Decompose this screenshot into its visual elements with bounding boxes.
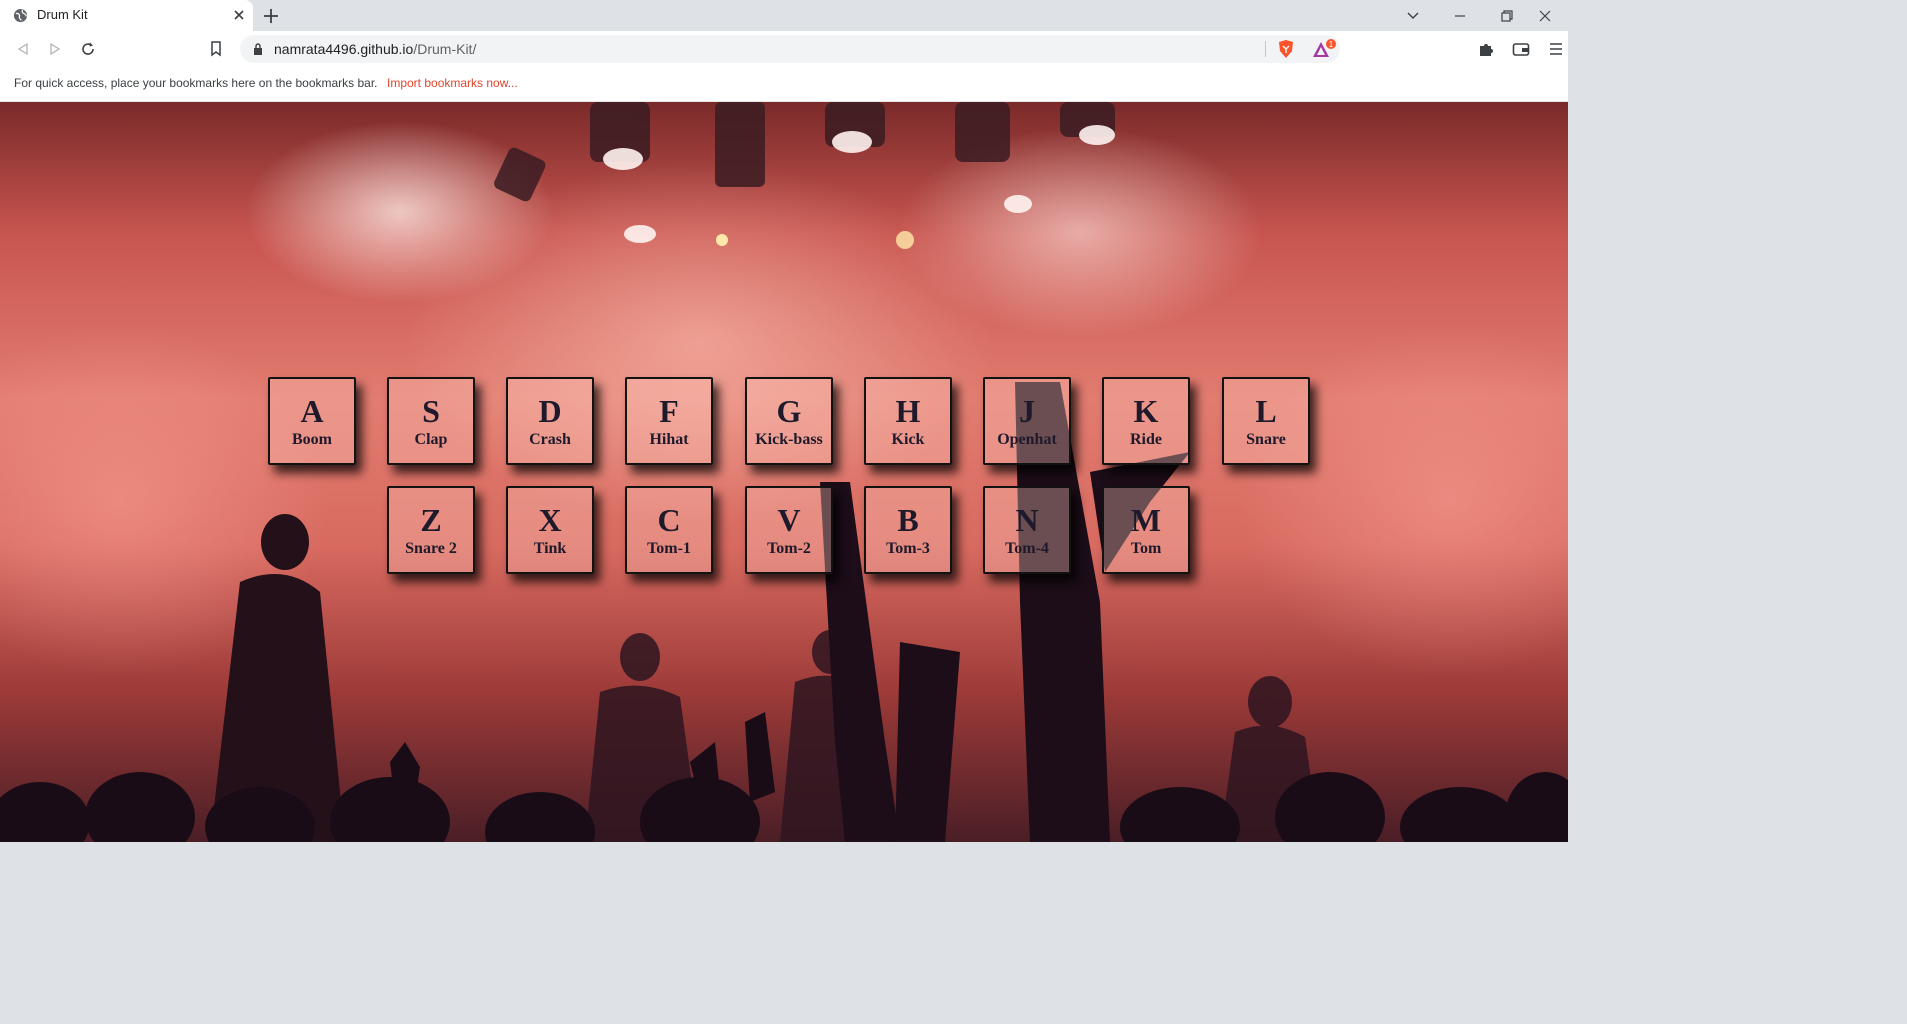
new-tab-icon[interactable]: [261, 6, 281, 26]
drum-key-g[interactable]: G Kick-bass: [745, 377, 833, 465]
puzzle-piece-icon: [1480, 44, 1493, 56]
drum-key-h[interactable]: H Kick: [864, 377, 952, 465]
drum-keys-grid: A Boom S Clap D Crash F Hihat G Kick-bas…: [0, 102, 1568, 842]
address-bar[interactable]: namrata4496.github.io/Drum-Kit/ 1: [240, 35, 1340, 63]
key-letter: N: [1015, 502, 1039, 538]
minimize-icon: [1455, 14, 1465, 17]
key-letter: C: [657, 502, 681, 538]
tab-search-button[interactable]: [1390, 0, 1436, 31]
close-icon: [1539, 10, 1551, 21]
drum-key-a[interactable]: A Boom: [268, 377, 356, 465]
menu-button[interactable]: [1545, 38, 1567, 60]
key-letter: A: [300, 393, 324, 429]
import-bookmarks-link[interactable]: Import bookmarks now...: [387, 76, 518, 90]
drum-key-m[interactable]: M Tom: [1102, 486, 1190, 574]
bookmark-button[interactable]: [205, 38, 227, 60]
key-letter: D: [538, 393, 562, 429]
key-letter: L: [1255, 393, 1277, 429]
key-sound: Snare 2: [405, 540, 457, 557]
key-sound: Snare: [1246, 431, 1286, 448]
bookmarks-bar: For quick access, place your bookmarks h…: [0, 67, 1568, 102]
key-sound: Tom-1: [647, 540, 691, 557]
restore-icon: [1501, 9, 1513, 22]
key-sound: Boom: [292, 431, 332, 448]
hamburger-menu-icon: [1550, 43, 1562, 55]
drum-key-d[interactable]: D Crash: [506, 377, 594, 465]
reload-icon: [82, 42, 94, 55]
drum-key-b[interactable]: B Tom-3: [864, 486, 952, 574]
key-sound: Tom-2: [767, 540, 811, 557]
back-button[interactable]: [12, 38, 34, 60]
tab-strip: Drum Kit: [0, 0, 1568, 31]
key-sound: Tink: [533, 540, 567, 557]
drum-key-s[interactable]: S Clap: [387, 377, 475, 465]
drum-key-j[interactable]: J Openhat: [983, 377, 1071, 465]
drum-key-c[interactable]: C Tom-1: [625, 486, 713, 574]
url-path: /Drum-Kit/: [413, 41, 477, 57]
key-sound: Hihat: [649, 431, 689, 448]
drum-key-x[interactable]: X Tink: [506, 486, 594, 574]
forward-button[interactable]: [44, 38, 66, 60]
lock-icon: [254, 43, 262, 55]
browser-tab[interactable]: Drum Kit: [0, 0, 253, 31]
key-letter: K: [1133, 393, 1159, 429]
url-text: namrata4496.github.io/Drum-Kit/: [274, 41, 476, 57]
key-letter: G: [776, 393, 802, 429]
brave-rewards-icon[interactable]: 1: [1311, 39, 1339, 61]
tab-title: Drum Kit: [37, 7, 88, 22]
key-sound: Ride: [1130, 431, 1162, 448]
extensions-button[interactable]: [1475, 38, 1497, 60]
url-host: namrata4496.github.io: [274, 41, 414, 57]
key-letter: S: [422, 393, 440, 429]
chevron-down-icon: [1407, 12, 1419, 19]
back-arrow-icon: [17, 42, 28, 56]
drum-key-n[interactable]: N Tom-4: [983, 486, 1071, 574]
key-letter: V: [777, 502, 801, 538]
key-letter: Z: [420, 502, 442, 538]
drum-key-l[interactable]: L Snare: [1222, 377, 1310, 465]
key-letter: M: [1130, 502, 1162, 538]
key-sound: Clap: [414, 431, 448, 448]
key-letter: X: [538, 502, 562, 538]
close-window-button[interactable]: [1522, 0, 1568, 31]
bookmark-icon: [211, 41, 221, 57]
wallet-button[interactable]: [1510, 38, 1532, 60]
key-sound: Tom-4: [1005, 540, 1049, 557]
rewards-badge: 1: [1329, 40, 1334, 49]
drum-key-z[interactable]: Z Snare 2: [387, 486, 475, 574]
key-letter: B: [897, 502, 919, 538]
key-sound: Openhat: [997, 431, 1057, 448]
wallet-icon: [1512, 43, 1530, 56]
globe-icon: [13, 8, 28, 23]
key-sound: Kick-bass: [755, 431, 823, 448]
bookmarks-hint: For quick access, place your bookmarks h…: [14, 76, 378, 90]
drum-key-v[interactable]: V Tom-2: [745, 486, 833, 574]
browser-toolbar: namrata4496.github.io/Drum-Kit/ 1: [0, 31, 1568, 67]
key-sound: Tom-3: [886, 540, 930, 557]
drum-key-f[interactable]: F Hihat: [625, 377, 713, 465]
key-letter: F: [659, 393, 679, 429]
drum-key-k[interactable]: K Ride: [1102, 377, 1190, 465]
close-tab-icon[interactable]: [230, 6, 248, 24]
key-sound: Crash: [529, 431, 571, 448]
key-sound: Tom: [1130, 540, 1162, 557]
reload-button[interactable]: [77, 38, 99, 60]
page-viewport: A Boom S Clap D Crash F Hihat G Kick-bas…: [0, 102, 1568, 842]
omnibox-divider: [1265, 41, 1266, 57]
key-sound: Kick: [891, 431, 925, 448]
key-letter: H: [895, 393, 921, 429]
brave-shields-icon[interactable]: [1276, 39, 1296, 59]
key-letter: J: [1019, 393, 1035, 429]
forward-arrow-icon: [50, 42, 61, 56]
minimize-button[interactable]: [1437, 0, 1483, 31]
